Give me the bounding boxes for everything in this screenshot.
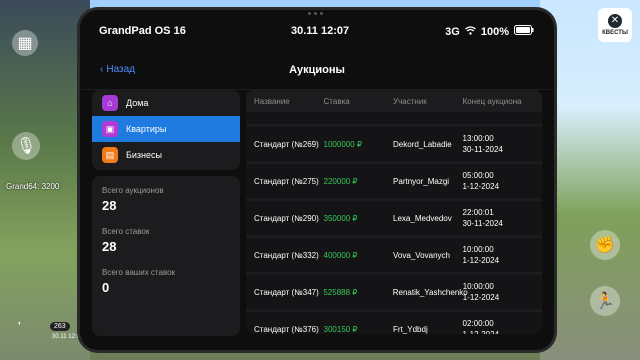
briefcase-icon: ▤ bbox=[102, 147, 118, 163]
stat-total-bids: Всего ставок 28 bbox=[102, 227, 230, 254]
stat-value: 28 bbox=[102, 239, 117, 254]
stat-label: Всего аукционов bbox=[102, 186, 164, 195]
table-row[interactable]: Стандарт (№269) 1000000 ₽ Dekord_Labadie 13… bbox=[246, 127, 542, 161]
battery-level: 100% bbox=[480, 25, 509, 38]
cell-name: Стандарт (№290) bbox=[254, 213, 319, 223]
table-row[interactable]: Стандарт (№376) 300150 ₽ Frt_Ydbdj 02:00:00… bbox=[246, 312, 542, 334]
table-row[interactable]: Стандарт (№275) 220000 ₽ Partnyor_Mazgi 05:… bbox=[246, 164, 542, 198]
stat-value: 0 bbox=[102, 280, 110, 295]
cell-end-time: 05:00:00 bbox=[462, 171, 494, 180]
cell-end-date: 30-11-2024 bbox=[462, 219, 503, 228]
cell-end-time: 10:00:00 bbox=[462, 245, 494, 254]
cell-end-time: 13:00:00 bbox=[462, 134, 494, 143]
table-row[interactable]: Стандарт (№332) 400000 ₽ Vova_Vovanych 10:0… bbox=[246, 238, 542, 272]
cell-end: 02:00:001-12-2024 bbox=[463, 318, 542, 334]
cell-end: 10:00:00 1-12-2024 bbox=[463, 281, 542, 303]
punch-icon[interactable]: ✊ bbox=[590, 230, 620, 260]
os-name: GrandPad OS 16 bbox=[99, 25, 186, 37]
column-header-end: Конец аукциона bbox=[462, 96, 522, 106]
table-row[interactable]: Стандарт (№290) 350000 ₽ Lexa_Medvedov 22:0… bbox=[246, 201, 542, 235]
player-name: Grand64: 3200 bbox=[6, 182, 60, 191]
table-header: Название Ставка Участник Конец аукциона bbox=[246, 90, 542, 112]
network-status: 3G 100% bbox=[445, 25, 534, 38]
table-row[interactable]: 30-11-2024 bbox=[246, 112, 542, 124]
cell-bid: 350000 ₽ bbox=[323, 213, 358, 223]
page-title: Аукционы bbox=[289, 64, 345, 76]
cell-end-date: 1-12-2024 bbox=[462, 256, 500, 265]
menu-grid-icon[interactable]: ▦ bbox=[12, 30, 38, 56]
cell-participant: Vova_Vovanych bbox=[393, 250, 450, 260]
category-menu: ⌂ Дома ▣ Квартиры ▤ Бизнесы bbox=[92, 90, 240, 170]
apartment-icon: ▣ bbox=[102, 121, 118, 137]
cell-end: 22:00:01 30-11-2024 bbox=[463, 207, 542, 229]
cell-participant: Lexa_Medvedov bbox=[393, 213, 452, 223]
stat-total-auctions: Всего аукционов 28 bbox=[102, 186, 230, 213]
quests-button[interactable]: ✕ КВЕСТЫ bbox=[598, 8, 632, 42]
cell-end-date: 30-11-2024 bbox=[462, 145, 503, 154]
network-type: 3G bbox=[445, 25, 460, 38]
cell-name: Стандарт (№332) bbox=[254, 250, 319, 260]
battery-icon bbox=[514, 25, 534, 38]
menu-item-label: Дома bbox=[126, 98, 149, 108]
home-icon: ⌂ bbox=[102, 95, 118, 111]
cell-bid: 400000 ₽ bbox=[323, 250, 358, 260]
cell-end-date: 1-12-2024 bbox=[462, 293, 500, 302]
column-header-participant: Участник bbox=[393, 96, 427, 106]
quests-label: КВЕСТЫ bbox=[602, 30, 628, 36]
game-background-left bbox=[0, 0, 90, 360]
cell-participant: Frt_Ydbdj bbox=[393, 324, 428, 334]
player-badge: 263 bbox=[50, 322, 70, 331]
status-bar: GrandPad OS 16 30.11 12:07 3G 100% bbox=[80, 10, 554, 50]
microphone-icon[interactable]: 🎙 bbox=[12, 132, 40, 160]
cell-participant: Partnyor_Mazgi bbox=[393, 176, 450, 186]
cell-bid: 525888 ₽ bbox=[323, 287, 358, 297]
cell-end-time: 22:00:01 bbox=[462, 208, 494, 217]
cell-end-date: 1-12-2024 bbox=[463, 329, 542, 334]
cell-bid: 1000000 ₽ bbox=[323, 139, 362, 149]
cell-end-time: 10:00:00 bbox=[462, 282, 494, 291]
cell-participant: Renatik_Yashchenko bbox=[392, 287, 468, 297]
cell-end-time: 02:00:00 bbox=[462, 319, 494, 328]
cell-end-date: 1-12-2024 bbox=[462, 182, 500, 191]
cell-end: 05:00:00 1-12-2024 bbox=[463, 170, 542, 192]
run-icon[interactable]: 🏃 bbox=[590, 286, 620, 316]
column-header-name: Название bbox=[254, 96, 290, 106]
cell-end: 13:00:00 30-11-2024 bbox=[463, 133, 542, 155]
auctions-table: Название Ставка Участник Конец аукциона … bbox=[246, 90, 542, 334]
cell-name: Стандарт (№347) bbox=[254, 287, 319, 297]
cell-participant: Dekord_Labadie bbox=[393, 139, 452, 149]
stat-value: 28 bbox=[102, 198, 117, 213]
close-icon: ✕ bbox=[608, 14, 622, 28]
menu-item-apartments[interactable]: ▣ Квартиры bbox=[92, 116, 240, 142]
menu-item-label: Бизнесы bbox=[126, 150, 163, 160]
menu-item-label: Квартиры bbox=[126, 124, 167, 134]
wifi-icon bbox=[464, 25, 476, 38]
column-header-bid: Ставка bbox=[323, 96, 350, 106]
clock: 30.11 12:07 bbox=[291, 25, 350, 37]
game-time: 30.11 12:07 bbox=[52, 334, 84, 340]
cell-name: Стандарт (№269) bbox=[254, 139, 319, 149]
table-row[interactable]: Стандарт (№347) 525888 ₽ Renatik_Yashchenk… bbox=[246, 275, 542, 309]
cell-name: Стандарт (№376) bbox=[254, 324, 319, 334]
cell-end: 10:00:00 1-12-2024 bbox=[463, 244, 542, 266]
cell-name: Стандарт (№275) bbox=[254, 176, 319, 186]
logo-icon: ◐ bbox=[18, 320, 23, 327]
stat-your-bids: Всего ваших ставок 0 bbox=[102, 268, 230, 295]
stat-label: Всего ваших ставок bbox=[102, 268, 176, 277]
auction-stats: Всего аукционов 28 Всего ставок 28 Всего… bbox=[92, 176, 240, 336]
menu-item-houses[interactable]: ⌂ Дома bbox=[92, 90, 240, 116]
menu-item-businesses[interactable]: ▤ Бизнесы bbox=[92, 142, 240, 168]
cell-end: 30-11-2024 bbox=[463, 112, 542, 113]
tablet-window: GrandPad OS 16 30.11 12:07 3G 100% ‹ Наз… bbox=[80, 10, 554, 350]
cell-end-date: 30-11-2024 bbox=[463, 112, 542, 113]
stat-label: Всего ставок bbox=[102, 227, 150, 236]
cell-bid: 220000 ₽ bbox=[323, 176, 358, 186]
cell-bid: 300150 ₽ bbox=[323, 324, 358, 334]
table-body[interactable]: 30-11-2024 Стандарт (№269) 1000000 ₽ Dekord… bbox=[246, 112, 542, 334]
navigation-bar: ‹ Назад Аукционы bbox=[80, 50, 554, 90]
